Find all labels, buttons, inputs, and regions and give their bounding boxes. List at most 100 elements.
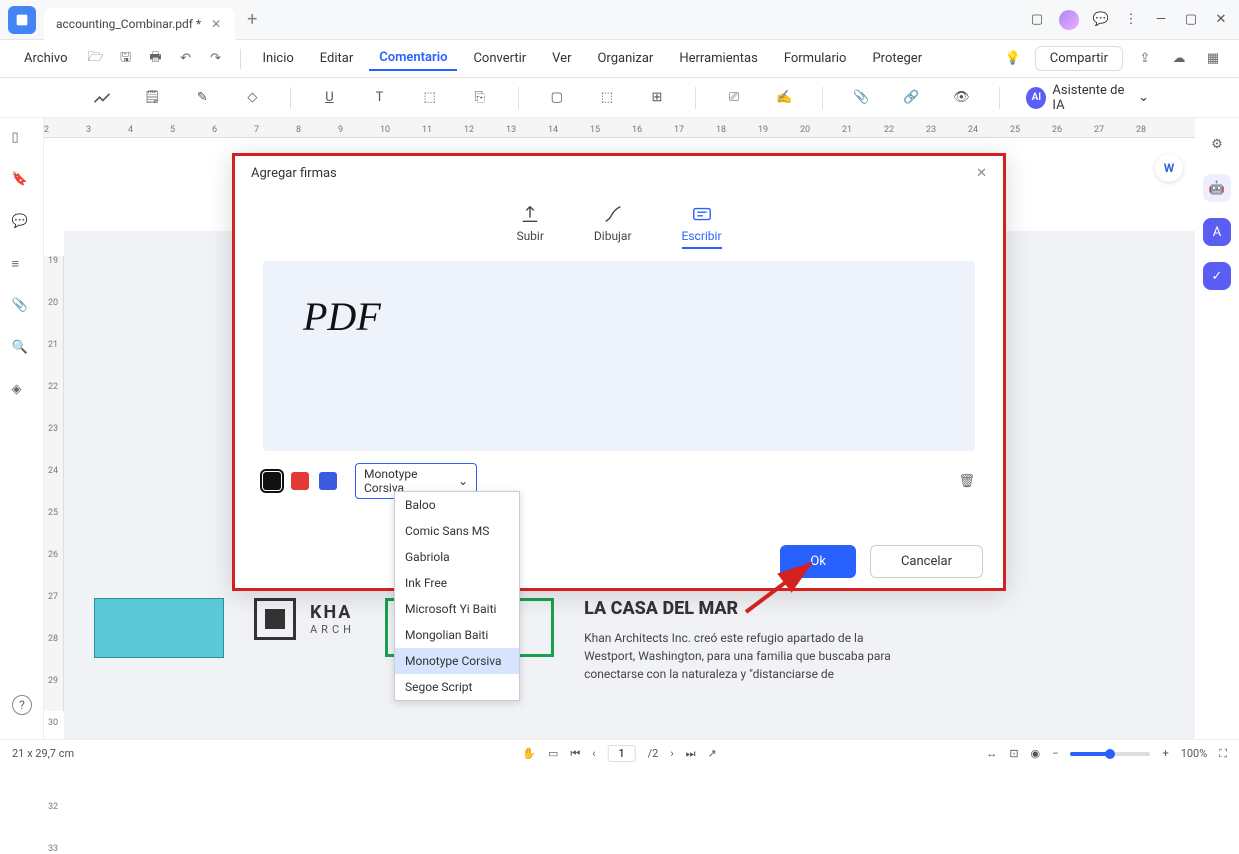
prev-page-icon[interactable]: ‹: [592, 747, 595, 760]
menu-editar[interactable]: Editar: [310, 47, 364, 70]
font-option[interactable]: Baloo: [395, 492, 519, 518]
measure-icon[interactable]: ⊞: [645, 85, 669, 111]
link-icon[interactable]: 🔗: [899, 85, 923, 111]
sign-icon[interactable]: ✍: [772, 85, 796, 111]
comment-panel-icon[interactable]: 💬: [12, 214, 32, 234]
pencil-icon[interactable]: ✎: [190, 85, 214, 111]
cancel-button[interactable]: Cancelar: [870, 545, 983, 578]
redo-icon[interactable]: ↷: [204, 47, 228, 71]
font-option[interactable]: Segoe Script: [395, 674, 519, 700]
fit-width-icon[interactable]: ↔: [986, 747, 997, 760]
color-blue-swatch[interactable]: [319, 472, 337, 490]
share-alt-icon[interactable]: ⇪: [1133, 47, 1157, 71]
read-mode-icon[interactable]: ◉: [1031, 747, 1041, 760]
zoom-out-icon[interactable]: −: [1052, 747, 1058, 760]
menu-inicio[interactable]: Inicio: [253, 47, 304, 70]
menu-proteger[interactable]: Proteger: [862, 47, 932, 70]
menu-convertir[interactable]: Convertir: [463, 47, 536, 70]
chat-icon[interactable]: 💬: [1093, 12, 1109, 28]
color-red-swatch[interactable]: [291, 472, 309, 490]
menu-ver[interactable]: Ver: [542, 47, 581, 70]
search-icon[interactable]: 🔍: [12, 340, 32, 360]
word-export-icon[interactable]: W: [1155, 154, 1183, 182]
underline-icon[interactable]: U: [317, 85, 341, 111]
eye-icon[interactable]: 👁: [949, 85, 973, 111]
minimize-icon[interactable]: —: [1153, 12, 1169, 28]
khan-title: KHA: [310, 602, 355, 623]
eraser-icon[interactable]: ◇: [240, 85, 264, 111]
menu-comentario[interactable]: Comentario: [369, 46, 457, 71]
print-icon[interactable]: 🖶: [144, 47, 168, 71]
tab-upload[interactable]: Subir: [516, 203, 543, 249]
stamp-icon[interactable]: ⎚: [722, 85, 746, 111]
save-icon[interactable]: 🖫: [114, 47, 138, 71]
textbox-icon[interactable]: ⬚: [418, 85, 442, 111]
attach-icon[interactable]: 📎: [849, 85, 873, 111]
font-option[interactable]: Comic Sans MS: [395, 518, 519, 544]
ai-assistant-button[interactable]: AI Asistente de IA ⌄: [1026, 83, 1149, 113]
menu-formulario[interactable]: Formulario: [774, 47, 857, 70]
translate-icon[interactable]: A: [1203, 218, 1231, 246]
cloud-icon[interactable]: ☁: [1167, 47, 1191, 71]
close-window-icon[interactable]: ✕: [1213, 12, 1229, 28]
shape-icon[interactable]: ▢: [545, 85, 569, 111]
robot-icon[interactable]: 🤖: [1203, 174, 1231, 202]
fullscreen-icon[interactable]: ⛶: [1219, 747, 1227, 761]
separator: [240, 49, 241, 69]
user-avatar-icon[interactable]: [1059, 10, 1079, 30]
font-option[interactable]: Mongolian Baiti: [395, 622, 519, 648]
page-number-input[interactable]: [608, 745, 636, 762]
menu-organizar[interactable]: Organizar: [587, 47, 663, 70]
menu-file[interactable]: Archivo: [14, 47, 78, 70]
note-icon[interactable]: 🗒: [140, 85, 164, 111]
jump-icon[interactable]: ↗: [708, 747, 717, 760]
ok-button[interactable]: Ok: [780, 545, 856, 578]
document-tab[interactable]: accounting_Combinar.pdf * ✕: [44, 8, 235, 40]
highlight-icon[interactable]: [90, 85, 114, 111]
zoom-slider[interactable]: [1070, 752, 1150, 756]
tab-type[interactable]: Escribir: [682, 203, 722, 249]
color-black-swatch[interactable]: [263, 472, 281, 490]
hand-tool-icon[interactable]: ✋: [522, 747, 536, 760]
layers-icon[interactable]: ≡: [12, 256, 32, 276]
khan-logo-icon: [254, 598, 296, 640]
zoom-value[interactable]: 100%: [1181, 747, 1208, 760]
menu-herramientas[interactable]: Herramientas: [669, 47, 767, 70]
font-option[interactable]: Microsoft Yi Baiti: [395, 596, 519, 622]
font-option[interactable]: Monotype Corsiva: [395, 648, 519, 674]
bookmark-icon[interactable]: 🔖: [12, 172, 32, 192]
open-icon[interactable]: 🗁: [84, 47, 108, 71]
area-icon[interactable]: ⬚: [595, 85, 619, 111]
attachment-panel-icon[interactable]: 📎: [12, 298, 32, 318]
check-icon[interactable]: ✓: [1203, 262, 1231, 290]
settings-icon[interactable]: ⚙: [1203, 130, 1231, 158]
select-tool-icon[interactable]: ▭: [548, 747, 558, 760]
close-tab-icon[interactable]: ✕: [209, 17, 223, 31]
fit-page-icon[interactable]: ⊡: [1009, 747, 1018, 760]
stack-icon[interactable]: ◈: [12, 382, 32, 402]
help-icon[interactable]: ?: [12, 695, 32, 715]
text-icon[interactable]: T: [367, 85, 391, 111]
callout-icon[interactable]: ⎘: [468, 85, 492, 111]
app-logo-icon: [8, 6, 36, 34]
more-icon[interactable]: ⋮: [1123, 12, 1139, 28]
next-page-icon[interactable]: ›: [670, 747, 673, 760]
font-option[interactable]: Ink Free: [395, 570, 519, 596]
signature-canvas[interactable]: PDF: [263, 261, 975, 451]
page-thumb-icon[interactable]: ▯: [12, 130, 32, 150]
panel-icon[interactable]: ▢: [1029, 12, 1045, 28]
undo-icon[interactable]: ↶: [174, 47, 198, 71]
font-option[interactable]: Gabriola: [395, 544, 519, 570]
zoom-in-icon[interactable]: +: [1162, 747, 1168, 760]
delete-signature-icon[interactable]: 🗑: [958, 474, 975, 489]
share-button[interactable]: Compartir: [1035, 46, 1123, 71]
grid-icon[interactable]: ▦: [1201, 47, 1225, 71]
tab-draw[interactable]: Dibujar: [594, 203, 632, 249]
add-tab-button[interactable]: +: [247, 9, 257, 30]
maximize-icon[interactable]: ▢: [1183, 12, 1199, 28]
first-page-icon[interactable]: ⏮: [570, 747, 580, 761]
ai-icon: AI: [1026, 87, 1046, 109]
bulb-icon[interactable]: 💡: [1001, 47, 1025, 71]
last-page-icon[interactable]: ⏭: [686, 747, 696, 761]
dialog-close-icon[interactable]: ✕: [976, 166, 987, 181]
